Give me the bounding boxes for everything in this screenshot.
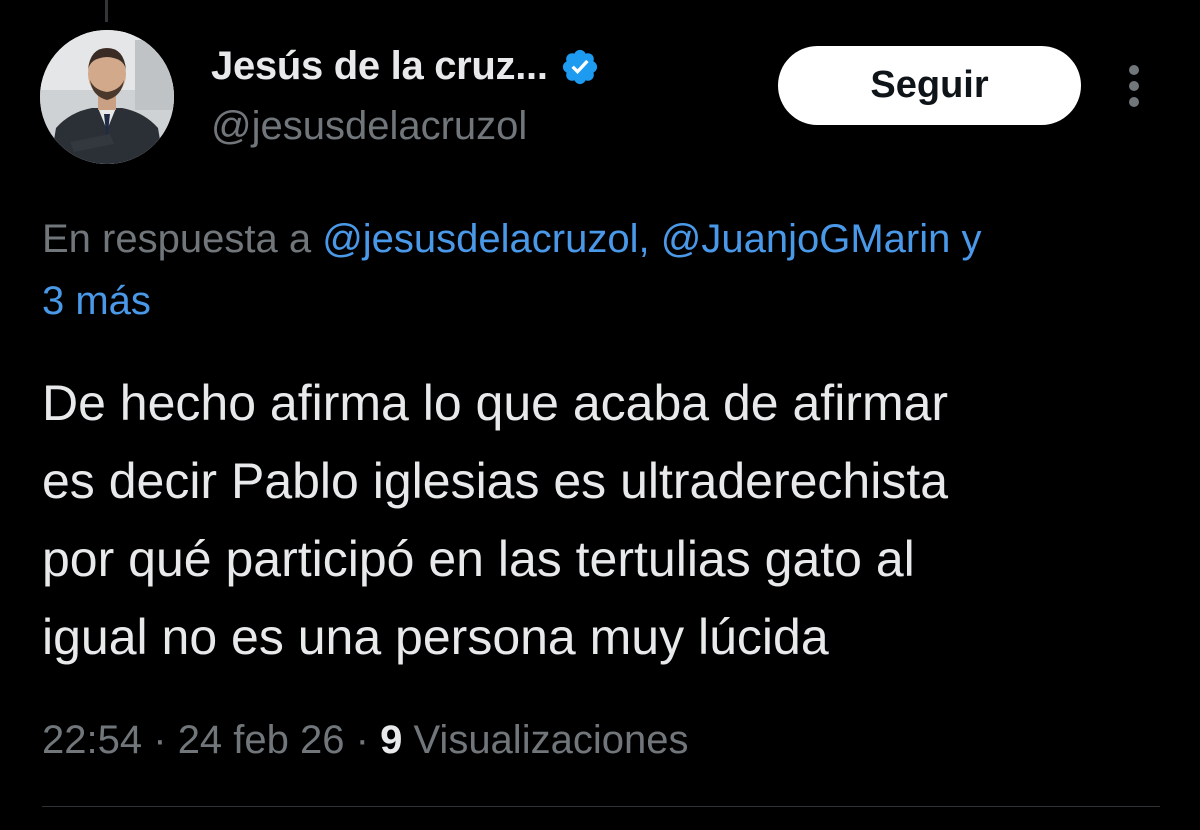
tweet-text-line: De hecho afirma lo que acaba de afirmar bbox=[42, 375, 949, 431]
tweet-text-line: igual no es una persona muy lúcida bbox=[42, 609, 829, 665]
tweet-text-line: por qué participó en las tertulias gato … bbox=[42, 531, 915, 587]
author-handle[interactable]: @jesusdelacruzol bbox=[211, 104, 527, 149]
meta-separator: · bbox=[355, 718, 369, 762]
meta-separator: · bbox=[153, 718, 167, 762]
tweet-meta: 22:54 · 24 feb 26 · 9 Visualizaciones bbox=[42, 712, 688, 768]
more-options-icon[interactable] bbox=[1120, 63, 1148, 109]
tweet-text-line: es decir Pablo iglesias es ultraderechis… bbox=[42, 453, 949, 509]
tweet-date[interactable]: 24 feb 26 bbox=[178, 718, 345, 762]
views-count: 9 bbox=[380, 718, 403, 762]
follow-button[interactable]: Seguir bbox=[778, 46, 1081, 125]
reply-mention-jesusdelacruzol[interactable]: @jesusdelacruzol, bbox=[322, 217, 649, 261]
thread-connector-line bbox=[105, 0, 108, 22]
views-label: Visualizaciones bbox=[413, 718, 689, 762]
reply-context: En respuesta a @jesusdelacruzol, @Juanjo… bbox=[42, 208, 1200, 270]
reply-mention-juanjogmarin[interactable]: @JuanjoGMarin y bbox=[661, 217, 982, 261]
verified-badge-icon bbox=[562, 49, 597, 84]
divider bbox=[42, 806, 1160, 807]
avatar-image bbox=[40, 30, 174, 164]
reply-more-mentions-link[interactable]: 3 más bbox=[42, 270, 151, 332]
reply-prefix: En respuesta a bbox=[42, 217, 312, 261]
author-name-row[interactable]: Jesús de la cruz... bbox=[211, 44, 600, 89]
author-display-name[interactable]: Jesús de la cruz... bbox=[211, 44, 548, 89]
tweet-text: De hecho afirma lo que acaba de afirmar … bbox=[42, 364, 1172, 676]
tweet-time[interactable]: 22:54 bbox=[42, 718, 142, 762]
avatar[interactable] bbox=[40, 30, 174, 164]
